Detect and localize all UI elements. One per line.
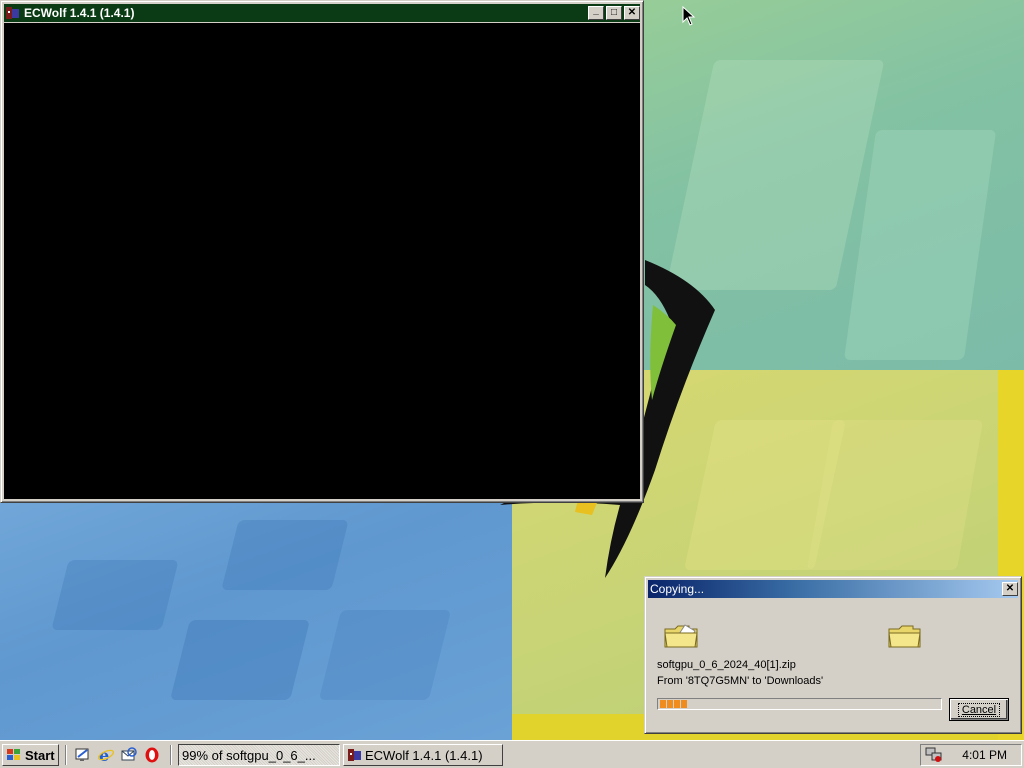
- ecwolf-task-icon: [348, 749, 361, 761]
- maximize-button[interactable]: □: [606, 6, 622, 20]
- task-button-copying[interactable]: 99% of softgpu_0_6_...: [178, 744, 340, 766]
- copying-title: Copying...: [650, 582, 705, 596]
- windows-flag-icon: [7, 749, 20, 760]
- ecwolf-title: ECWolf 1.4.1 (1.4.1): [24, 6, 135, 20]
- system-tray: 4:01 PM: [920, 744, 1022, 766]
- destination-folder-icon: [888, 625, 921, 648]
- wallpaper-pane: [221, 520, 349, 590]
- copy-progress-bar: [657, 698, 942, 710]
- ecwolf-titlebar[interactable]: ECWolf 1.4.1 (1.4.1) _ □ ✕: [4, 4, 640, 22]
- dialog-close-button[interactable]: ✕: [1002, 582, 1018, 596]
- internet-explorer-icon[interactable]: e: [97, 746, 115, 764]
- wallpaper-pane: [806, 420, 984, 570]
- cancel-button[interactable]: Cancel: [949, 698, 1009, 721]
- clock[interactable]: 4:01 PM: [962, 748, 1007, 762]
- wallpaper-pane: [51, 560, 179, 630]
- opera-icon[interactable]: [143, 746, 161, 764]
- taskbar: Start e 99% of softgpu_0_6_... ECWolf 1.…: [0, 740, 1024, 768]
- copying-dialog: Copying... ✕ softgpu_0_6_2024_40[1].zip …: [644, 576, 1022, 734]
- start-label: Start: [25, 747, 55, 763]
- close-button[interactable]: ✕: [624, 6, 640, 20]
- network-tray-icon[interactable]: [925, 747, 943, 763]
- wallpaper-pane: [318, 610, 452, 700]
- taskbar-separator: [65, 745, 67, 765]
- task-copying-label: 99% of softgpu_0_6_...: [182, 747, 316, 763]
- task-ecwolf-label: ECWolf 1.4.1 (1.4.1): [365, 747, 483, 763]
- ecwolf-window: ECWolf 1.4.1 (1.4.1) _ □ ✕: [0, 0, 644, 503]
- copying-titlebar[interactable]: Copying... ✕: [648, 580, 1018, 598]
- task-button-ecwolf[interactable]: ECWolf 1.4.1 (1.4.1): [343, 744, 503, 766]
- maximize-icon: □: [610, 7, 618, 18]
- copy-from-to: From '8TQ7G5MN' to 'Downloads': [657, 675, 824, 687]
- start-button[interactable]: Start: [2, 744, 59, 766]
- copy-filename: softgpu_0_6_2024_40[1].zip: [657, 659, 796, 671]
- show-desktop-icon[interactable]: [74, 746, 92, 764]
- progress-chunk: [660, 700, 666, 708]
- taskbar-separator: [170, 745, 172, 765]
- mouse-cursor-icon: [682, 6, 696, 26]
- ecwolf-app-icon[interactable]: [6, 6, 20, 20]
- ecwolf-game-viewport[interactable]: [4, 23, 640, 499]
- source-folder-icon: [664, 624, 698, 648]
- wallpaper-pane: [170, 620, 310, 700]
- progress-chunk: [667, 700, 673, 708]
- close-icon: ✕: [1005, 583, 1015, 594]
- progress-chunk: [681, 700, 687, 708]
- progress-chunk: [674, 700, 680, 708]
- close-icon: ✕: [627, 7, 637, 18]
- cancel-label: Cancel: [957, 702, 1001, 717]
- minimize-button[interactable]: _: [588, 6, 604, 20]
- minimize-icon: _: [593, 5, 599, 16]
- outlook-express-icon[interactable]: [120, 746, 138, 764]
